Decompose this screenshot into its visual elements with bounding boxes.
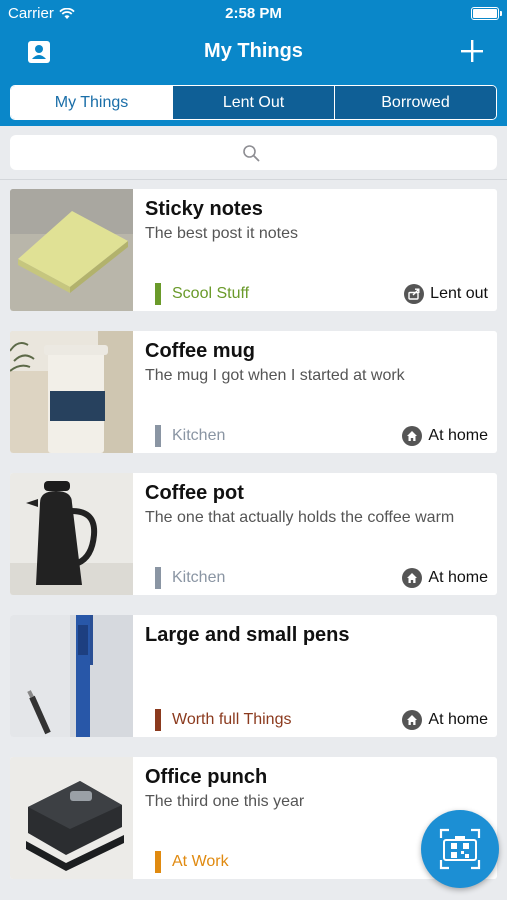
scan-button[interactable]: [421, 810, 499, 888]
item-photo: [10, 615, 133, 737]
status-time: 2:58 PM: [225, 5, 282, 22]
status-label: At home: [428, 711, 488, 728]
status-bar: Carrier 2:58 PM: [0, 0, 507, 28]
search-area: [0, 126, 507, 180]
item-photo: [10, 331, 133, 453]
battery-icon: [471, 7, 502, 20]
search-input[interactable]: [10, 135, 497, 170]
item-category: At Work: [155, 851, 229, 873]
category-color-bar: [155, 425, 161, 447]
category-label: Kitchen: [172, 569, 226, 586]
page-title: My Things: [204, 40, 303, 62]
segment-bar: My Things Lent Out Borrowed: [0, 78, 507, 126]
item-status: At home: [402, 710, 488, 730]
item-status: At home: [402, 568, 488, 588]
item-name: Coffee mug: [145, 340, 255, 362]
status-label: At home: [428, 569, 488, 586]
item-category: Kitchen: [155, 567, 225, 589]
category-label: At Work: [172, 853, 229, 870]
item-name: Large and small pens: [145, 624, 350, 646]
segmented-control: My Things Lent Out Borrowed: [10, 85, 497, 120]
status-label: Lent out: [430, 285, 488, 302]
category-color-bar: [155, 283, 161, 305]
tab-lent-out[interactable]: Lent Out: [172, 86, 334, 119]
item-name: Coffee pot: [145, 482, 244, 504]
list-item[interactable]: Coffee pot The one that actually holds t…: [10, 473, 497, 595]
item-category: Scool Stuff: [155, 283, 249, 305]
item-description: The mug I got when I started at work: [145, 367, 405, 384]
item-photo: [10, 189, 133, 311]
list-item[interactable]: Coffee mug The mug I got when I started …: [10, 331, 497, 453]
category-color-bar: [155, 709, 161, 731]
item-description: The third one this year: [145, 793, 305, 810]
category-color-bar: [155, 567, 161, 589]
item-description: The best post it notes: [145, 225, 298, 242]
item-name: Sticky notes: [145, 198, 263, 220]
home-icon: [402, 710, 423, 730]
item-category: Kitchen: [155, 425, 225, 447]
category-label: Kitchen: [172, 427, 226, 444]
share-icon: [404, 284, 425, 304]
tab-my-things[interactable]: My Things: [11, 86, 172, 119]
list-item[interactable]: Sticky notes The best post it notes Scoo…: [10, 189, 497, 311]
item-name: Office punch: [145, 766, 268, 788]
home-icon: [402, 568, 423, 588]
home-icon: [402, 426, 423, 446]
item-category: Worth full Things: [155, 709, 291, 731]
category-color-bar: [155, 851, 161, 873]
item-photo: [10, 757, 133, 879]
nav-bar: My Things: [0, 28, 507, 78]
plus-icon[interactable]: [459, 38, 485, 64]
item-status: Lent out: [404, 284, 488, 304]
item-description: The one that actually holds the coffee w…: [145, 509, 455, 526]
status-label: At home: [428, 427, 488, 444]
list-item[interactable]: Large and small pens Worth full Things A…: [10, 615, 497, 737]
item-status: At home: [402, 426, 488, 446]
category-label: Worth full Things: [172, 711, 292, 728]
item-photo: [10, 473, 133, 595]
search-icon: [243, 145, 260, 162]
tab-borrowed[interactable]: Borrowed: [334, 86, 496, 119]
qr-scan-icon: [439, 828, 481, 870]
category-label: Scool Stuff: [172, 285, 250, 302]
